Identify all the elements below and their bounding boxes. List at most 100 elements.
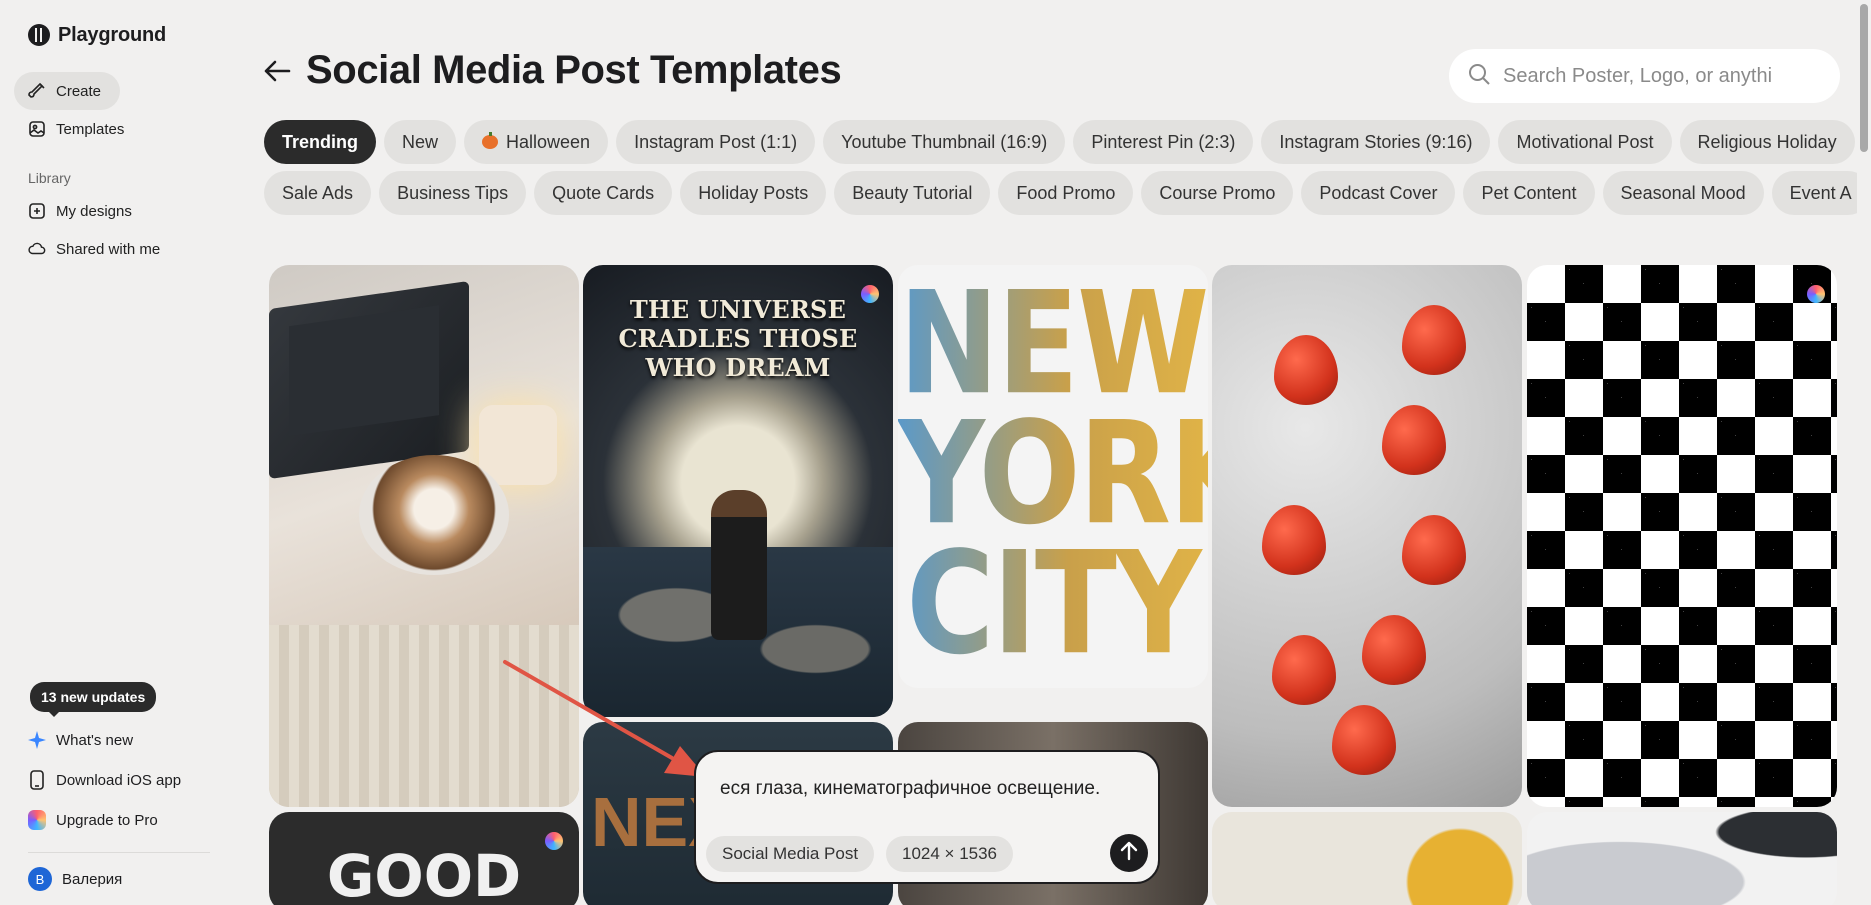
chip-motivational-post[interactable]: Motivational Post	[1498, 120, 1672, 164]
chip-label: Quote Cards	[552, 182, 655, 203]
sidebar-item-my-designs[interactable]: My designs	[14, 192, 218, 230]
user-profile[interactable]: B Валерия	[14, 861, 220, 897]
sidebar-item-create[interactable]: Create	[14, 72, 120, 110]
send-button[interactable]	[1110, 834, 1148, 872]
search-bar[interactable]	[1449, 49, 1840, 103]
chip-holiday-posts[interactable]: Holiday Posts	[680, 171, 827, 215]
chip-pinterest-pin-2-3[interactable]: Pinterest Pin (2:3)	[1073, 120, 1254, 164]
chip-instagram-post-1-1[interactable]: Instagram Post (1:1)	[616, 120, 816, 164]
template-card-new-york[interactable]: NEW YORK CITY	[898, 265, 1208, 688]
download-ios-link[interactable]: Download iOS app	[14, 760, 220, 800]
download-ios-label: Download iOS app	[56, 771, 182, 789]
template-card-universe[interactable]: THE UNIVERSE CRADLES THOSE WHO DREAM	[583, 265, 893, 717]
chip-halloween[interactable]: Halloween	[464, 120, 609, 164]
chip-business-tips[interactable]: Business Tips	[379, 171, 527, 215]
brush-icon	[28, 82, 46, 100]
universe-title: THE UNIVERSE CRADLES THOSE WHO DREAM	[618, 295, 858, 382]
chip-label: Podcast Cover	[1319, 182, 1438, 203]
sidebar-bottom: 13 new updates What's new Download iOS a…	[14, 682, 220, 905]
chip-trending[interactable]: Trending	[264, 120, 376, 164]
sweater-image	[269, 625, 579, 807]
chip-label: Event A	[1789, 182, 1852, 203]
chip-label: Trending	[282, 131, 358, 152]
brand-name: Playground	[58, 23, 167, 46]
strawberry-image	[1262, 505, 1326, 575]
good-text: GOOD	[326, 842, 522, 905]
strawberry-image	[1402, 515, 1466, 585]
library-section-label: Library	[28, 170, 71, 186]
prompt-size-tag[interactable]: 1024 × 1536	[886, 836, 1014, 872]
sidebar-item-shared[interactable]: Shared with me	[14, 230, 218, 268]
strawberry-image	[1274, 335, 1338, 405]
chip-sale-ads[interactable]: Sale Ads	[264, 171, 372, 215]
chip-course-promo[interactable]: Course Promo	[1141, 171, 1294, 215]
brand[interactable]: Playground	[14, 22, 218, 48]
prompt-input[interactable]: еся глаза, кинематографичное освещение.	[720, 778, 1100, 800]
chip-beauty-tutorial[interactable]: Beauty Tutorial	[834, 171, 991, 215]
updates-badge[interactable]: 13 new updates	[30, 682, 157, 717]
page-title: Social Media Post Templates	[306, 48, 842, 92]
template-card-good[interactable]: GOOD	[269, 812, 579, 905]
prompt-box[interactable]: еся глаза, кинематографичное освещение. …	[694, 750, 1160, 884]
chip-event-a[interactable]: Event A	[1771, 171, 1858, 215]
chip-label: Course Promo	[1159, 182, 1276, 203]
scrollbar-thumb[interactable]	[1860, 4, 1868, 152]
chip-youtube-thumbnail-16-9[interactable]: Youtube Thumbnail (16:9)	[823, 120, 1066, 164]
arrow-up-icon	[1120, 841, 1138, 866]
chip-label: Food Promo	[1016, 182, 1116, 203]
page-scrollbar[interactable]	[1857, 0, 1871, 905]
chip-label: Holiday Posts	[698, 182, 809, 203]
chip-label: Pinterest Pin (2:3)	[1091, 131, 1236, 152]
chip-label: New	[402, 131, 439, 152]
chip-label: Youtube Thumbnail (16:9)	[841, 131, 1048, 152]
prompt-type-tag[interactable]: Social Media Post	[706, 836, 875, 872]
template-card-stone[interactable]	[1527, 812, 1837, 905]
child-image	[711, 490, 767, 640]
strawberry-image	[1362, 615, 1426, 685]
category-chips-row1: Trending New Halloween Instagram Post (1:1)…	[264, 120, 1858, 164]
laptop-image	[269, 280, 469, 480]
chip-label: Business Tips	[397, 182, 509, 203]
category-chips-row2: Sale Ads Business Tips Quote Cards Holiday …	[264, 171, 1858, 215]
chip-label: Pet Content	[1481, 182, 1577, 203]
template-card-coffee[interactable]	[269, 265, 579, 807]
chip-label: Religious Holiday	[1697, 131, 1837, 152]
chip-label: Halloween	[506, 131, 591, 152]
playground-logo-icon	[28, 24, 50, 46]
templates-icon	[28, 120, 46, 138]
chip-podcast-cover[interactable]: Podcast Cover	[1301, 171, 1456, 215]
chip-quote-cards[interactable]: Quote Cards	[534, 171, 673, 215]
ny-line-city: CITY	[898, 534, 1208, 676]
page-header: Social Media Post Templates	[262, 48, 842, 93]
template-card-sunflower[interactable]	[1212, 812, 1522, 905]
upgrade-pro-link[interactable]: Upgrade to Pro	[14, 800, 220, 840]
whats-new-label: What's new	[56, 731, 134, 749]
chip-pet-content[interactable]: Pet Content	[1463, 171, 1595, 215]
search-input[interactable]	[1503, 64, 1803, 88]
chip-label: Instagram Stories (9:16)	[1279, 131, 1473, 152]
ai-badge-icon	[1807, 285, 1825, 303]
chip-new[interactable]: New	[384, 120, 457, 164]
chip-instagram-stories-9-16[interactable]: Instagram Stories (9:16)	[1261, 120, 1491, 164]
template-card-checkerboard[interactable]	[1527, 265, 1837, 807]
upgrade-pro-label: Upgrade to Pro	[56, 811, 158, 829]
chip-seasonal-mood[interactable]: Seasonal Mood	[1602, 171, 1764, 215]
sidebar-item-label: Create	[56, 82, 102, 100]
candle-image	[479, 405, 557, 485]
cloud-icon	[28, 240, 46, 258]
chip-religious-holiday[interactable]: Religious Holiday	[1679, 120, 1855, 164]
sidebar-item-templates[interactable]: Templates	[14, 110, 218, 148]
sidebar-divider	[28, 852, 210, 853]
whats-new-link[interactable]: What's new	[14, 720, 220, 760]
sidebar-item-label: Shared with me	[56, 240, 161, 258]
sparkle-icon	[28, 731, 46, 749]
chip-label: Instagram Post (1:1)	[634, 131, 798, 152]
strawberry-image	[1332, 705, 1396, 775]
template-card-strawberries[interactable]	[1212, 265, 1522, 807]
pro-gem-icon	[28, 810, 46, 830]
avatar: B	[28, 867, 52, 891]
strawberry-image	[1382, 405, 1446, 475]
sidebar-item-label: Templates	[56, 120, 125, 138]
chip-food-promo[interactable]: Food Promo	[998, 171, 1134, 215]
back-arrow-icon[interactable]	[262, 56, 292, 86]
